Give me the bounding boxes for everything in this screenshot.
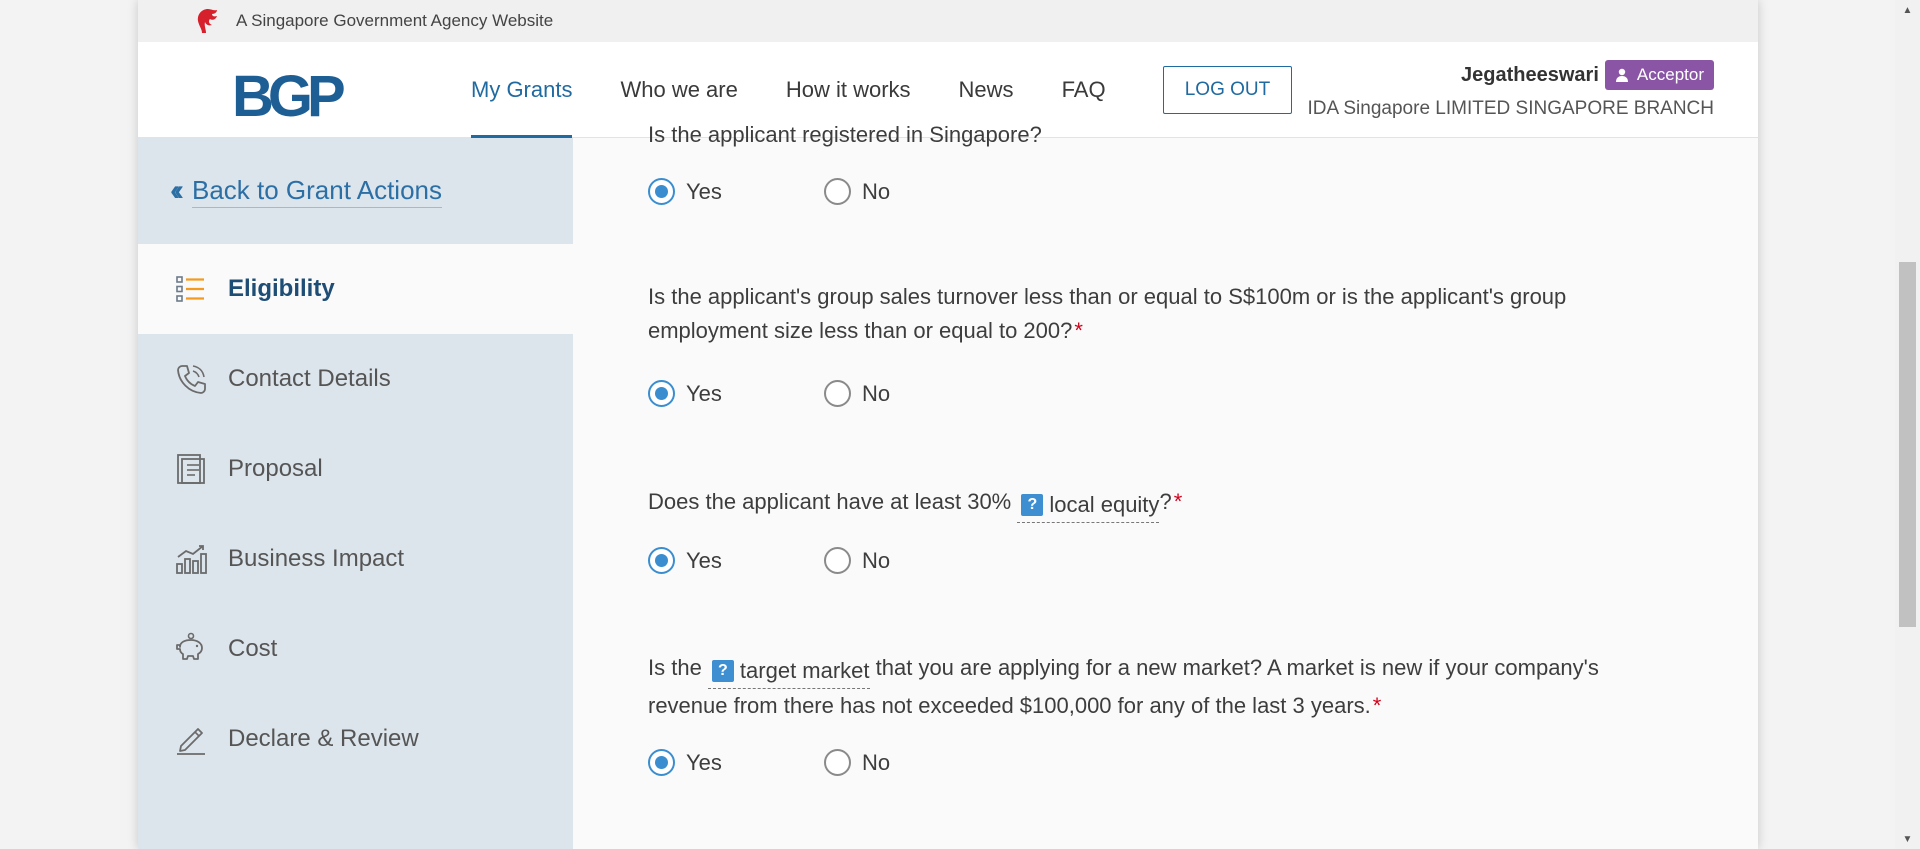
question-group-sales-turnover: Is the applicant's group sales turnover … [648, 280, 1668, 348]
sidebar-item-contact-details[interactable]: Contact Details [138, 334, 573, 424]
role-label: Acceptor [1636, 65, 1704, 84]
organization-name: IDA Singapore LIMITED SINGAPORE BRANCH [1307, 98, 1714, 119]
tooltip-term: target market [739, 658, 870, 683]
radio-circle [824, 178, 851, 205]
radio-circle [648, 380, 675, 407]
logout-button[interactable]: LOG OUT [1163, 66, 1292, 114]
help-icon: ? [711, 660, 734, 682]
sidebar-item-eligibility[interactable]: Eligibility [138, 244, 573, 334]
sidebar: ‹‹ Back to Grant Actions Eligibility Con… [138, 138, 573, 849]
back-link-label: Back to Grant Actions [191, 175, 442, 208]
user-info: Jegatheeswari Acceptor IDA Singapore LIM… [1307, 60, 1714, 120]
masthead-text: A Singapore Government Agency Website [236, 11, 554, 30]
sidebar-item-label: Declare & Review [228, 725, 419, 752]
q3-yes-radio[interactable]: Yes [648, 547, 824, 574]
role-badge: Acceptor [1604, 60, 1714, 90]
pen-icon [177, 728, 205, 755]
radio-circle [824, 380, 851, 407]
radio-label: No [862, 547, 891, 573]
radio-label: Yes [686, 380, 722, 406]
q1-yes-radio[interactable]: Yes [648, 178, 824, 205]
eligibility-form: Is the applicant registered in Singapore… [573, 122, 1758, 849]
tooltip-term: local equity [1049, 492, 1160, 517]
list-icon [176, 276, 204, 302]
sidebar-item-label: Cost [228, 635, 278, 662]
back-to-grant-actions-link[interactable]: ‹‹ Back to Grant Actions [138, 138, 573, 244]
double-chevron-left-icon: ‹‹ [170, 174, 184, 207]
required-asterisk: * [1074, 318, 1083, 343]
question-prefix: Does the applicant have at least 30% [648, 489, 1018, 514]
sidebar-item-declare-review[interactable]: Declare & Review [138, 694, 573, 784]
sidebar-item-label: Eligibility [228, 275, 335, 302]
question-target-market: Is the ? target market that you are apply… [648, 651, 1668, 723]
radio-circle [648, 178, 675, 205]
q1-no-radio[interactable]: No [824, 178, 890, 205]
q1-radio-group: Yes No [648, 178, 890, 205]
document-icon [177, 454, 205, 484]
lion-head-icon [197, 9, 217, 33]
page-frame: A Singapore Government Agency Website BG… [138, 0, 1758, 849]
radio-label: No [862, 178, 891, 204]
radio-circle [648, 749, 675, 776]
bar-chart-icon [176, 545, 207, 574]
q2-yes-radio[interactable]: Yes [648, 380, 824, 407]
q2-no-radio[interactable]: No [824, 380, 890, 407]
sidebar-item-label: Proposal [228, 455, 323, 482]
local-equity-tooltip[interactable]: ? local equity [1017, 488, 1160, 523]
scroll-up-arrow-icon[interactable]: ▲ [1895, 0, 1920, 20]
scroll-down-arrow-icon[interactable]: ▼ [1895, 829, 1920, 849]
sidebar-item-label: Contact Details [228, 365, 391, 392]
radio-label: No [862, 749, 891, 775]
q3-no-radio[interactable]: No [824, 547, 890, 574]
radio-circle [824, 749, 851, 776]
question-text: Is the applicant registered in Singapore… [648, 122, 1042, 147]
sidebar-item-label: Business Impact [228, 545, 405, 572]
radio-label: No [862, 380, 891, 406]
q4-radio-group: Yes No [648, 749, 890, 776]
sidebar-item-cost[interactable]: Cost [138, 604, 573, 694]
question-local-equity: Does the applicant have at least 30% ? lo… [648, 485, 1668, 523]
radio-label: Yes [686, 749, 722, 775]
q4-no-radio[interactable]: No [824, 749, 890, 776]
question-text: Is the applicant's group sales turnover … [648, 284, 1567, 343]
bgp-logo[interactable]: BGP [232, 68, 346, 126]
nav-my-grants[interactable]: My Grants [471, 42, 573, 138]
sidebar-item-business-impact[interactable]: Business Impact [138, 514, 573, 604]
gov-masthead: A Singapore Government Agency Website [138, 0, 1758, 42]
q2-radio-group: Yes No [648, 380, 890, 407]
radio-circle [648, 547, 675, 574]
required-asterisk: * [1173, 489, 1183, 514]
page-scrollbar[interactable]: ▲ ▼ [1895, 0, 1920, 849]
sidebar-item-proposal[interactable]: Proposal [138, 424, 573, 514]
question-suffix: ? [1159, 489, 1172, 514]
target-market-tooltip[interactable]: ? target market [707, 654, 870, 689]
required-asterisk: * [1372, 693, 1382, 718]
question-prefix: Is the [648, 655, 708, 680]
phone-icon [177, 365, 206, 394]
radio-label: Yes [686, 178, 722, 204]
piggy-bank-icon [176, 632, 203, 660]
radio-label: Yes [686, 547, 722, 573]
question-registered-in-singapore: Is the applicant registered in Singapore… [648, 118, 1668, 152]
q3-radio-group: Yes No [648, 547, 890, 574]
help-icon: ? [1021, 494, 1044, 516]
user-name: Jegatheeswari [1461, 63, 1599, 86]
q4-yes-radio[interactable]: Yes [648, 749, 824, 776]
scrollbar-thumb[interactable] [1899, 262, 1916, 627]
radio-circle [824, 547, 851, 574]
person-icon [1615, 68, 1628, 82]
